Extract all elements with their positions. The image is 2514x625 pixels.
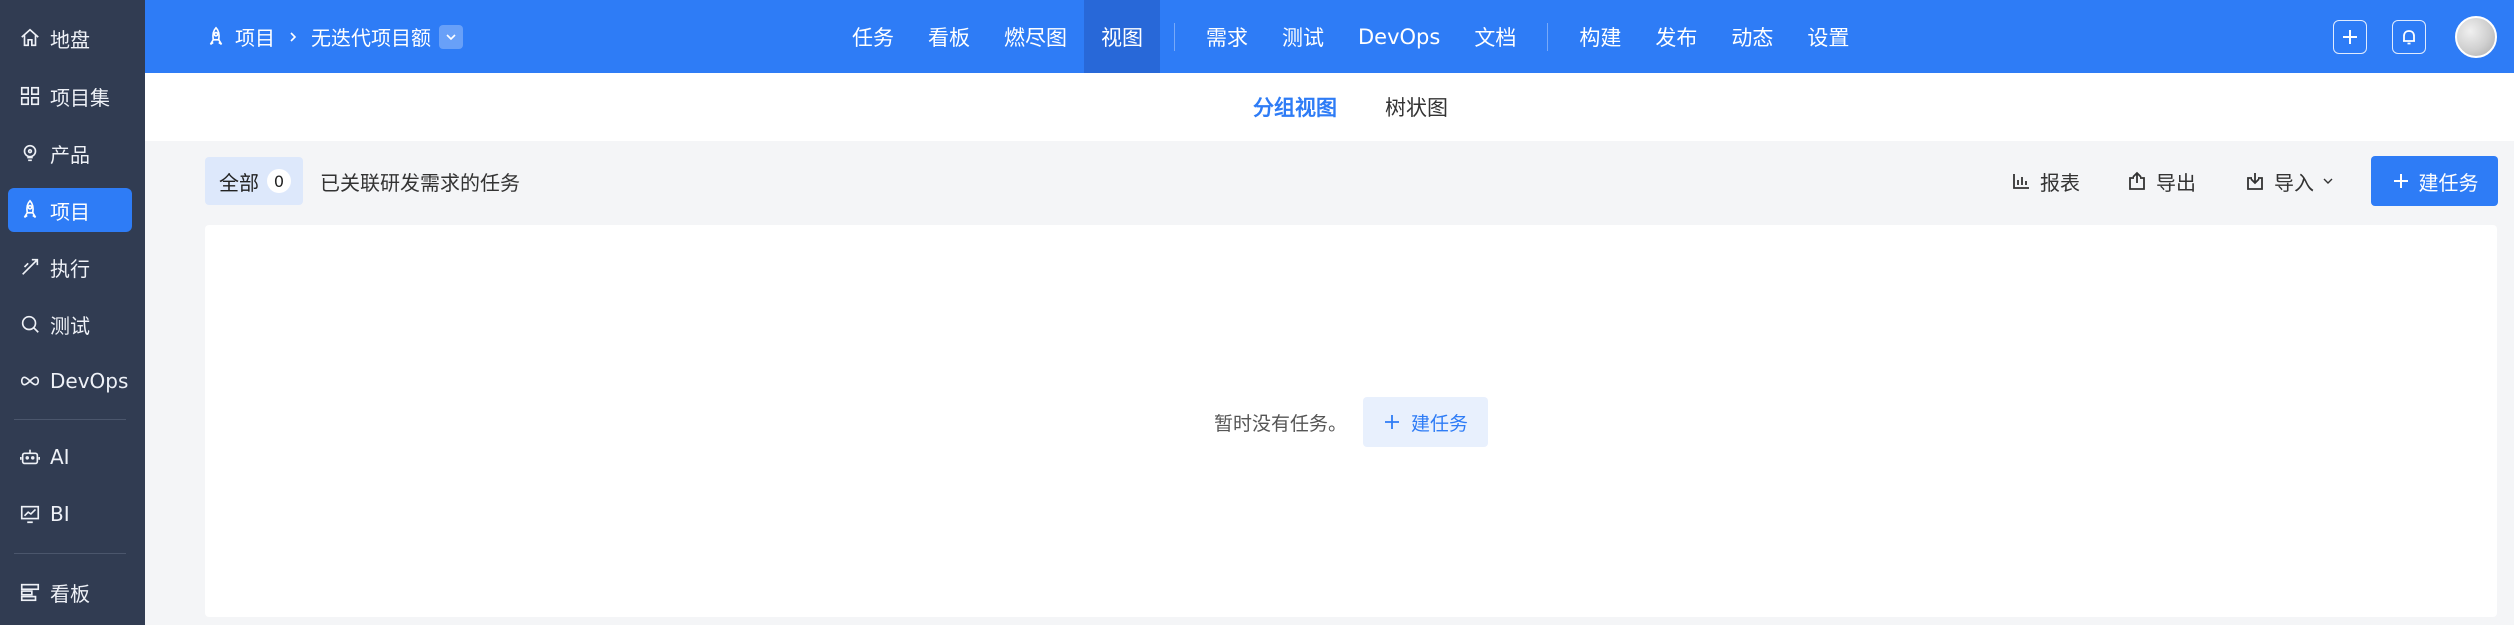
nav-devops[interactable]: DevOps	[1341, 0, 1457, 73]
kanban-icon	[18, 580, 42, 604]
empty-create-task-label: 建任务	[1411, 412, 1469, 435]
breadcrumb-current[interactable]: 无迭代项目额	[311, 22, 431, 51]
empty-message: 暂时没有任务。	[1213, 412, 1347, 435]
sidebar-item-label: 地盘	[50, 27, 90, 52]
chart-board-icon	[18, 502, 42, 526]
import-dropdown[interactable]: 导入	[2244, 157, 2334, 205]
filter-count-badge: 0	[267, 169, 291, 193]
filter-description[interactable]: 已关联研发需求的任务	[320, 157, 520, 205]
nav-tasks[interactable]: 任务	[835, 0, 911, 73]
sidebar-item-project[interactable]: 项目	[8, 188, 132, 232]
infinity-icon	[18, 369, 42, 393]
sidebar-item-devops[interactable]: DevOps	[8, 359, 132, 403]
notifications-button[interactable]	[2392, 20, 2426, 54]
empty-state: 暂时没有任务。 建任务	[205, 397, 2497, 447]
task-panel: 暂时没有任务。 建任务	[205, 225, 2497, 617]
create-task-label: 建任务	[2418, 170, 2479, 195]
nav-divider	[1547, 22, 1549, 51]
report-button[interactable]: 报表	[2010, 157, 2080, 205]
sidebar-item-product[interactable]: 产品	[8, 131, 132, 175]
sidebar-item-kanban[interactable]: 看板	[8, 570, 132, 614]
view-subtabs: 分组视图 树状图	[145, 73, 2514, 141]
nav-kanban[interactable]: 看板	[911, 0, 987, 73]
avatar[interactable]	[2455, 16, 2497, 58]
export-icon	[2126, 170, 2148, 192]
app-root: 地盘 项目集 产品 项目 执行 测试 DevOps AI BI 看板 项目 无迭…	[0, 0, 2514, 625]
tab-group-view[interactable]: 分组视图	[1253, 73, 1337, 141]
bell-icon	[2403, 30, 2415, 45]
home-icon	[18, 26, 42, 50]
chevron-down-icon	[446, 33, 456, 40]
nav-dynamics[interactable]: 动态	[1714, 0, 1790, 73]
export-button[interactable]: 导出	[2126, 157, 2196, 205]
sidebar-item-programs[interactable]: 项目集	[8, 74, 132, 118]
nav-settings[interactable]: 设置	[1790, 0, 1866, 73]
breadcrumb: 项目 无迭代项目额	[205, 0, 463, 73]
sidebar-item-label: DevOps	[50, 369, 129, 393]
sidebar-item-label: 项目	[50, 199, 90, 224]
report-label: 报表	[2040, 170, 2080, 195]
rocket-icon	[205, 26, 227, 48]
sidebar-item-home[interactable]: 地盘	[8, 16, 132, 60]
main-nav: 任务 看板 燃尽图 视图 需求 测试 DevOps 文档 构建 发布 动态 设置	[835, 0, 1866, 73]
sidebar-divider	[14, 553, 126, 554]
chevron-down-icon	[2322, 175, 2334, 187]
nav-divider	[1174, 22, 1175, 51]
project-switch-dropdown[interactable]	[439, 24, 463, 49]
nav-build[interactable]: 构建	[1562, 0, 1638, 73]
nav-view[interactable]: 视图	[1084, 0, 1160, 73]
plus-icon	[1383, 413, 1401, 431]
grid-icon	[18, 84, 42, 108]
rocket-icon	[18, 198, 42, 222]
quick-add-button[interactable]	[2333, 20, 2367, 54]
search-icon	[18, 312, 42, 336]
robot-icon	[18, 445, 42, 469]
sidebar-item-label: 执行	[50, 256, 90, 281]
sidebar-item-bi[interactable]: BI	[8, 492, 132, 536]
nav-docs[interactable]: 文档	[1457, 0, 1533, 73]
nav-release[interactable]: 发布	[1638, 0, 1714, 73]
nav-stories[interactable]: 需求	[1189, 0, 1265, 73]
import-label: 导入	[2274, 170, 2314, 195]
nav-burndown[interactable]: 燃尽图	[987, 0, 1084, 73]
sidebar-item-test[interactable]: 测试	[8, 302, 132, 346]
empty-create-task-button[interactable]: 建任务	[1363, 397, 1489, 447]
run-icon	[18, 255, 42, 279]
bar-chart-icon	[2010, 170, 2032, 192]
bulb-icon	[18, 141, 42, 165]
top-header: 项目 无迭代项目额 任务 看板 燃尽图 视图 需求 测试 DevOps 文档 构…	[145, 0, 2514, 73]
plus-icon	[2343, 30, 2357, 44]
sidebar-item-execution[interactable]: 执行	[8, 245, 132, 289]
sidebar-item-label: 产品	[50, 142, 90, 167]
nav-test[interactable]: 测试	[1265, 0, 1341, 73]
breadcrumb-root[interactable]: 项目	[235, 22, 275, 51]
plus-icon	[2391, 171, 2411, 191]
sidebar-item-label: 测试	[50, 313, 90, 338]
sidebar: 地盘 项目集 产品 项目 执行 测试 DevOps AI BI 看板	[0, 0, 145, 625]
sidebar-item-label: 看板	[50, 581, 90, 606]
sidebar-item-label: BI	[50, 502, 70, 526]
export-label: 导出	[2156, 170, 2196, 195]
filter-all-label: 全部	[219, 170, 259, 195]
filter-all-chip[interactable]: 全部 0	[205, 157, 303, 205]
sidebar-divider	[14, 419, 126, 420]
sidebar-item-label: AI	[50, 445, 70, 469]
sidebar-item-ai[interactable]: AI	[8, 435, 132, 479]
tab-tree-view[interactable]: 树状图	[1385, 73, 1448, 141]
create-task-button[interactable]: 建任务	[2371, 156, 2498, 206]
sidebar-item-label: 项目集	[50, 85, 110, 110]
import-icon	[2244, 170, 2266, 192]
chevron-right-icon	[287, 31, 299, 43]
